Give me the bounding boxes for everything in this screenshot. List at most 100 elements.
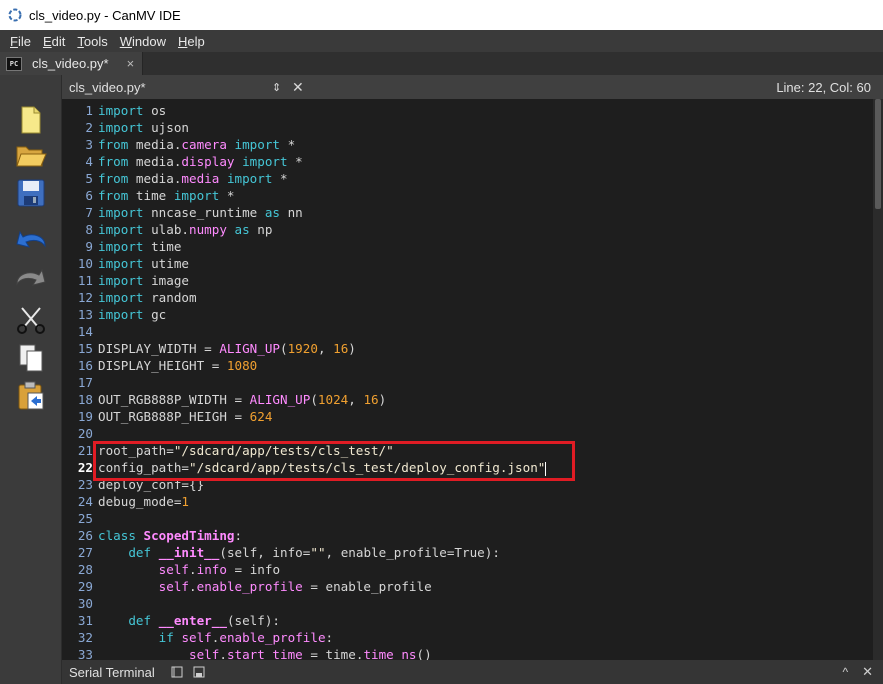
code-token: "/sdcard/app/tests/cls_test/deploy_confi… [189, 460, 546, 475]
code-token: root_path= [98, 443, 174, 458]
code-line[interactable] [98, 595, 873, 612]
close-tab-icon[interactable]: × [127, 56, 135, 71]
line-number: 10 [77, 256, 93, 271]
code-line[interactable]: import image [98, 272, 873, 289]
redo-button[interactable] [14, 263, 48, 297]
title-bar: cls_video.py - CanMV IDE [0, 0, 883, 30]
menu-window[interactable]: Window [114, 34, 172, 49]
menu-tools[interactable]: Tools [71, 34, 113, 49]
code-line[interactable]: from time import * [98, 187, 873, 204]
code-line[interactable] [98, 374, 873, 391]
code-line[interactable]: if self.enable_profile: [98, 629, 873, 646]
code-token: import [226, 171, 273, 186]
code-line[interactable]: root_path="/sdcard/app/tests/cls_test/" [98, 442, 873, 459]
code-line[interactable]: DISPLAY_HEIGHT = 1080 [98, 357, 873, 374]
menu-help[interactable]: Help [172, 34, 211, 49]
line-number: 15 [77, 341, 93, 356]
file-switch-icon[interactable]: ⇕ [272, 81, 292, 94]
code-token: * [280, 137, 296, 152]
paste-button[interactable] [14, 379, 48, 413]
save-icon [17, 179, 45, 207]
line-number: 1 [85, 103, 93, 118]
code-line[interactable]: import os [98, 102, 873, 119]
menu-edit[interactable]: Edit [37, 34, 71, 49]
line-number: 7 [85, 205, 93, 220]
code-line[interactable]: self.enable_profile = enable_profile [98, 578, 873, 595]
save-button[interactable] [14, 176, 48, 210]
code-line[interactable] [98, 510, 873, 527]
code-line[interactable]: OUT_RGB888P_HEIGH = 624 [98, 408, 873, 425]
code-line[interactable]: import nncase_runtime as nn [98, 204, 873, 221]
code-line[interactable] [98, 425, 873, 442]
line-number: 11 [77, 273, 93, 288]
code-token: utime [143, 256, 189, 271]
code-token: __init__ [158, 545, 220, 560]
undo-button[interactable] [14, 225, 48, 259]
code-line[interactable]: import time [98, 238, 873, 255]
close-editor-icon[interactable]: ✕ [292, 79, 304, 96]
save-terminal-icon[interactable] [193, 666, 205, 678]
code-token: self [158, 562, 190, 577]
file-tab[interactable]: PC cls_video.py* × [0, 52, 144, 75]
code-line[interactable]: from media.display import * [98, 153, 873, 170]
code-editor[interactable]: 1 2 3 4 5 6 7 8 9 10 11 12 13 14 15 16 17 18 19 20 21 22 23 24 2… [62, 99, 873, 660]
code-token: (self): [226, 613, 281, 628]
open-file-button[interactable] [14, 138, 48, 172]
line-number: 9 [85, 239, 93, 254]
code-line[interactable]: OUT_RGB888P_WIDTH = ALIGN_UP(1024, 16) [98, 391, 873, 408]
code-line[interactable]: from media.camera import * [98, 136, 873, 153]
code-line[interactable]: deploy_conf={} [98, 476, 873, 493]
code-line[interactable]: import gc [98, 306, 873, 323]
code-line[interactable]: self.start_time = time.time_ns() [98, 646, 873, 660]
code-token: self [189, 647, 220, 660]
editor-file-selector[interactable]: cls_video.py* [69, 80, 272, 95]
scrollbar-thumb[interactable] [875, 99, 881, 209]
code-token: ALIGN_UP [249, 392, 311, 407]
code-line[interactable] [98, 323, 873, 340]
line-number: 24 [77, 494, 93, 509]
code-token: import [98, 290, 144, 305]
expand-panel-icon[interactable]: ^ [842, 665, 848, 679]
code-token: () [416, 647, 432, 660]
code-area[interactable]: import os import ujson from media.camera i… [98, 102, 873, 660]
left-toolbar [0, 75, 62, 684]
code-line[interactable]: self.info = info [98, 561, 873, 578]
code-line[interactable]: import ujson [98, 119, 873, 136]
code-token: import [98, 256, 144, 271]
menu-file[interactable]: File [4, 34, 37, 49]
cut-button[interactable] [14, 303, 48, 337]
code-line[interactable]: config_path="/sdcard/app/tests/cls_test/… [98, 459, 873, 476]
code-line[interactable]: def __enter__(self): [98, 612, 873, 629]
code-token: nncase_runtime [143, 205, 265, 220]
serial-terminal-tab[interactable]: Serial Terminal [69, 665, 155, 680]
new-file-button[interactable] [14, 103, 48, 137]
code-token: . [189, 579, 197, 594]
code-line[interactable]: debug_mode=1 [98, 493, 873, 510]
code-token: media [181, 171, 220, 186]
code-token: os [143, 103, 167, 118]
code-line[interactable]: import random [98, 289, 873, 306]
code-line[interactable]: class ScopedTiming: [98, 527, 873, 544]
code-token: import [98, 273, 144, 288]
code-line[interactable]: import utime [98, 255, 873, 272]
code-line[interactable]: import ulab.numpy as np [98, 221, 873, 238]
code-line[interactable]: from media.media import * [98, 170, 873, 187]
code-token: import [98, 239, 144, 254]
code-token: 1 [181, 494, 189, 509]
line-number: 33 [77, 647, 93, 660]
clear-terminal-icon[interactable] [171, 666, 183, 678]
copy-button[interactable] [14, 341, 48, 375]
code-token: media. [128, 137, 182, 152]
vertical-scrollbar[interactable] [873, 99, 883, 660]
code-line[interactable]: DISPLAY_WIDTH = ALIGN_UP(1920, 16) [98, 340, 873, 357]
line-number: 20 [77, 426, 93, 441]
close-panel-icon[interactable]: ✕ [862, 664, 873, 680]
code-token: (self, info= [219, 545, 311, 560]
code-token: OUT_RGB888P_HEIGH = [98, 409, 250, 424]
code-token: 16 [333, 341, 349, 356]
code-line[interactable]: def __init__(self, info="", enable_profi… [98, 544, 873, 561]
code-token: ( [280, 341, 288, 356]
code-token: = enable_profile [302, 579, 432, 594]
